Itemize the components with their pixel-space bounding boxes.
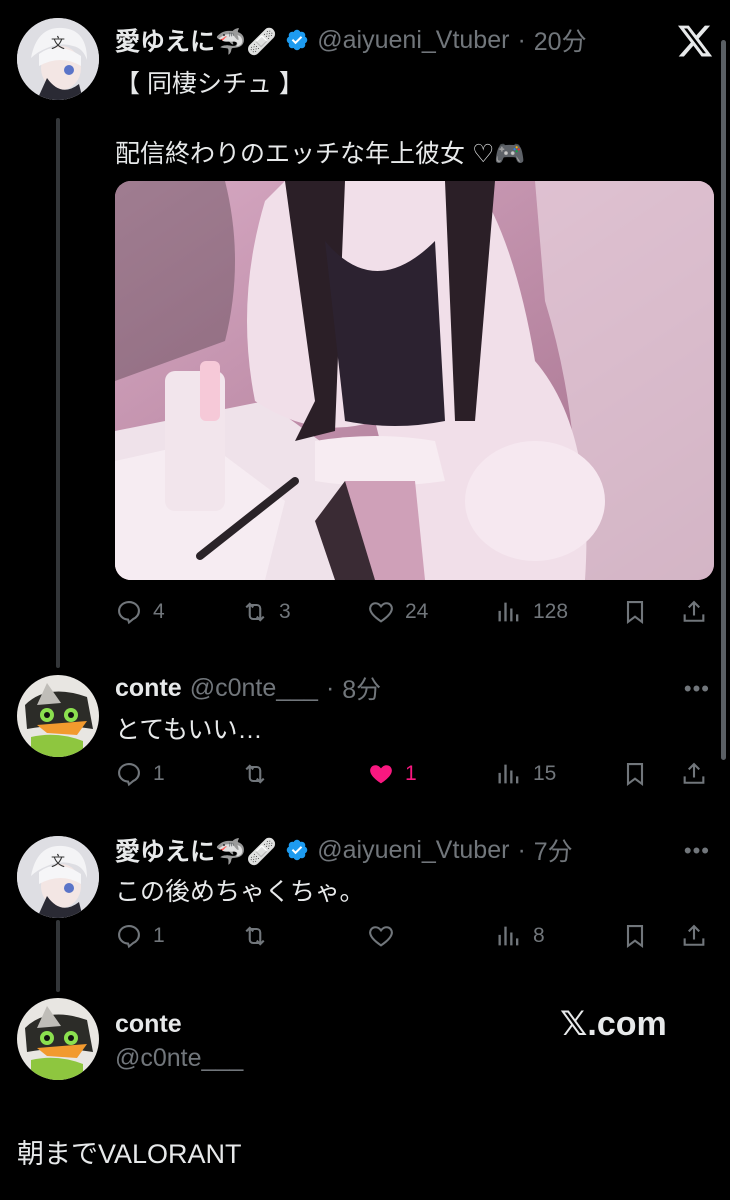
composer-text: 朝までVALORANT (17, 1139, 242, 1169)
views-icon (498, 764, 519, 784)
more-options-icon[interactable]: ••• (684, 676, 710, 702)
like-button[interactable] (367, 916, 405, 956)
views-count: 128 (533, 600, 569, 623)
post-text-line1: 【 同棲シチュ 】 (115, 70, 304, 98)
author-name[interactable]: 愛ゆえに🦈🩹 (115, 22, 277, 58)
reply-button[interactable]: 1 (115, 754, 165, 794)
separator-dot: · (517, 25, 526, 54)
heart-filled-icon (370, 765, 392, 784)
share-button[interactable] (680, 916, 708, 956)
author-name[interactable]: 愛ゆえに🦈🩹 (115, 832, 277, 868)
post-header: 愛ゆえに🦈🩹 @aiyueni_Vtuber · 20分 (115, 22, 587, 58)
heart-icon (369, 602, 393, 623)
reply-count: 1 (153, 924, 165, 947)
heart-icon (369, 926, 393, 947)
reply-actions: 1 1 15 (115, 754, 715, 794)
reply-count: 1 (153, 762, 165, 785)
reply-count: 4 (153, 600, 165, 623)
author-handle[interactable]: @c0nte___ (190, 674, 318, 703)
reply-button[interactable]: 1 (115, 916, 165, 956)
post-actions: 4 3 24 128 (115, 592, 715, 632)
repost-count: 3 (279, 600, 291, 623)
views-count: 15 (533, 762, 557, 785)
bookmark-icon (626, 925, 644, 949)
bookmark-icon (626, 763, 644, 787)
views-button[interactable]: 8 (495, 916, 545, 956)
views-button[interactable]: 128 (495, 592, 568, 632)
share-button[interactable] (680, 754, 708, 794)
avatar[interactable]: 文 (17, 836, 99, 918)
repost-button[interactable] (241, 916, 279, 956)
like-count: 24 (405, 600, 429, 623)
share-button[interactable] (680, 592, 708, 632)
repost-button[interactable]: 3 (241, 592, 291, 632)
bookmark-icon (626, 601, 644, 625)
post-time[interactable]: 7分 (534, 832, 573, 868)
post-time[interactable]: 8分 (342, 670, 381, 706)
separator-dot: · (325, 673, 335, 702)
thread-line (56, 118, 60, 668)
reply-icon (118, 601, 140, 625)
share-icon (683, 762, 705, 784)
more-options-icon[interactable]: ••• (684, 838, 710, 864)
reply-header: 愛ゆえに🦈🩹 @aiyueni_Vtuber · 7分 (115, 832, 573, 868)
avatar[interactable] (17, 675, 99, 757)
share-icon (683, 924, 705, 946)
repost-button[interactable] (241, 754, 279, 794)
views-icon (498, 926, 519, 946)
author-handle[interactable]: @aiyueni_Vtuber (317, 26, 509, 55)
reply-icon (118, 925, 140, 949)
views-count: 8 (533, 924, 545, 947)
repost-icon (245, 602, 265, 622)
views-button[interactable]: 15 (495, 754, 556, 794)
avatar[interactable]: 文 (17, 18, 99, 100)
x-com-brand: 𝕏.com (560, 1005, 667, 1043)
reply-actions: 1 8 (115, 916, 715, 956)
views-icon (498, 602, 519, 622)
verified-badge-icon (285, 28, 309, 52)
avatar[interactable] (17, 998, 99, 1080)
repost-icon (245, 764, 265, 784)
post-time[interactable]: 20分 (534, 22, 587, 58)
separator-dot: · (517, 835, 526, 864)
post-text-line2: 配信終わりのエッチな年上彼女 ♡🎮 (115, 140, 526, 168)
svg-text:文: 文 (51, 36, 65, 52)
reply-icon (118, 763, 140, 787)
author-name[interactable]: conte (115, 674, 182, 703)
composer-author-name[interactable]: conte (115, 1010, 182, 1039)
verified-badge-icon (285, 838, 309, 862)
thread-line (56, 920, 60, 992)
composer-author-handle[interactable]: @c0nte___ (115, 1044, 243, 1073)
reply-text: この後めちゃくちゃ。 (115, 878, 365, 906)
x-logo-icon[interactable] (676, 22, 714, 60)
bookmark-button[interactable] (621, 592, 649, 632)
bookmark-button[interactable] (621, 916, 649, 956)
svg-text:文: 文 (51, 854, 65, 870)
like-button[interactable]: 24 (367, 592, 428, 632)
reply-header: conte @c0nte___ · 8分 (115, 670, 381, 706)
post-image[interactable] (115, 181, 714, 580)
reply-text: とてもいい… (115, 716, 263, 744)
author-handle[interactable]: @aiyueni_Vtuber (317, 836, 509, 865)
reply-button[interactable]: 4 (115, 592, 165, 632)
bookmark-button[interactable] (621, 754, 649, 794)
scrollbar[interactable] (721, 40, 726, 760)
like-count: 1 (405, 762, 417, 785)
like-button[interactable]: 1 (367, 754, 417, 794)
share-icon (683, 600, 705, 622)
repost-icon (245, 926, 265, 946)
